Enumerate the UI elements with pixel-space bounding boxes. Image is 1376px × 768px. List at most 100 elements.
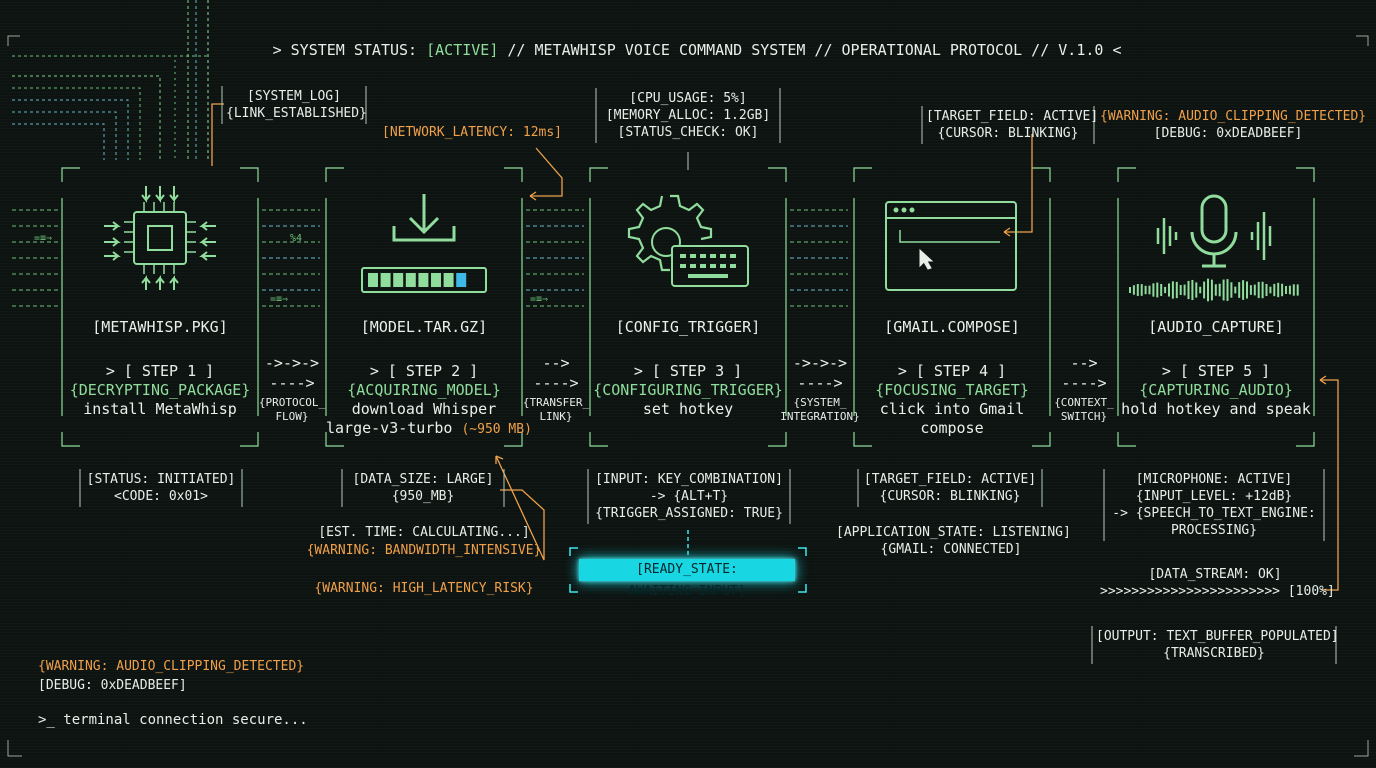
card-filename-text: [MODEL.TAR.GZ] (360, 318, 488, 336)
connector-label2: SWITCH} (1060, 410, 1108, 423)
step5-mic: [MICROPHONE: ACTIVE] (1135, 472, 1293, 487)
card-state: {ACQUIRING_MODEL} (326, 381, 522, 400)
step5-engine: -> {SPEECH_TO_TEXT_ENGINE: (1112, 506, 1316, 521)
system-log-status: {LINK_ESTABLISHED} (226, 106, 367, 121)
svg-text:=≡⇒: =≡⇒ (530, 294, 548, 305)
card-desc1-text: download Whisper (351, 400, 497, 418)
connector-arrow1: --> (542, 354, 570, 372)
step-card-1: [METAWHISP.PKG] > [ STEP 1 ] {DECRYPTING_P… (62, 168, 258, 446)
card-state-text: {DECRYPTING_PACKAGE} (69, 381, 251, 399)
card-step-text: > [ STEP 1 ] (105, 362, 215, 380)
card-state-text: {CONFIGURING_TRIGGER} (593, 381, 783, 399)
step-card-2: [MODEL.TAR.GZ] > [ STEP 2 ] {ACQUIRING_MOD… (326, 168, 532, 446)
svg-text:%4: %4 (290, 233, 302, 244)
step5-output: [OUTPUT: TEXT_BUFFER_POPULATED] (1096, 629, 1339, 644)
step5-level: {INPUT_LEVEL: +12dB} (1135, 489, 1293, 504)
card-state: {DECRYPTING_PACKAGE} (62, 381, 258, 400)
card-filename-text: [CONFIG_TRIGGER] (615, 318, 761, 336)
card-filename: [MODEL.TAR.GZ] (326, 318, 522, 337)
header-active: [ACTIVE] (426, 41, 499, 59)
step1-status: [STATUS: INITIATED] (86, 472, 236, 487)
connector-label2: FLOW} (275, 410, 309, 423)
connector-label1: {PROTOCOL_ (258, 396, 326, 409)
target-field-note: [TARGET_FIELD: ACTIVE] {CURSOR: BLINKING… (926, 108, 1098, 142)
card-step: > [ STEP 3 ] (590, 362, 786, 381)
card-desc1-text: click into Gmail (879, 400, 1025, 418)
header-prefix: > SYSTEM STATUS: (272, 41, 427, 59)
memory-alloc: [MEMORY_ALLOC: 1.2GB] (605, 108, 771, 123)
step4-app-state: [APPLICATION_STATE: LISTENING] (836, 525, 1071, 540)
system-log-note: [SYSTEM_LOG] {LINK_ESTABLISHED} (226, 88, 367, 122)
connector-label2: INTEGRATION} (780, 410, 860, 423)
connector-label1: {CONTEXT_ (1054, 396, 1114, 409)
svg-text:=≡⇒: =≡⇒ (270, 294, 288, 305)
header-rest: // METAWHISP VOICE COMMAND SYSTEM // OPE… (498, 41, 1122, 59)
card-filename: [METAWHISP.PKG] (62, 318, 258, 337)
card-step: > [ STEP 4 ] (854, 362, 1050, 381)
card-step-text: > [ STEP 3 ] (633, 362, 743, 380)
connector-arrow1: --> (1070, 354, 1098, 372)
card-filename: [AUDIO_CAPTURE] (1118, 318, 1314, 337)
card-filename: [CONFIG_TRIGGER] (590, 318, 786, 337)
card-state-text: {CAPTURING_AUDIO} (1139, 381, 1293, 399)
step5-processing: PROCESSING} (1170, 523, 1258, 538)
warning-top: {WARNING: AUDIO_CLIPPING_DETECTED} (1100, 109, 1367, 124)
step2-est-time: [EST. TIME: CALCULATING...] (318, 525, 530, 540)
warning-note-top: {WARNING: AUDIO_CLIPPING_DETECTED} [DEBU… (1100, 108, 1367, 142)
step5-mic-note: [MICROPHONE: ACTIVE] {INPUT_LEVEL: +12dB… (1108, 471, 1320, 539)
step3-input: [INPUT: KEY_COMBINATION] (595, 472, 783, 487)
card-filename: [GMAIL.COMPOSE] (854, 318, 1050, 337)
step2-size: [DATA_SIZE: LARGE] (352, 472, 494, 487)
step2-warning-bandwidth: {WARNING: BANDWIDTH_INTENSIVE} (306, 543, 542, 558)
card-step-text: > [ STEP 4 ] (897, 362, 1007, 380)
step5-stream-note: [DATA_STREAM: OK] >>>>>>>>>>>>>>>>>>>>>>… (1100, 566, 1335, 600)
card-desc2: compose (854, 419, 1050, 439)
connector-arrow1: ->->-> (792, 354, 848, 372)
card-filename-text: [METAWHISP.PKG] (92, 318, 228, 336)
svg-text:=≡⇒: =≡⇒ (34, 233, 52, 244)
step2-size-note: [DATA_SIZE: LARGE] {950_MB} (346, 471, 500, 505)
card-desc2-text: large-v3-turbo (326, 419, 462, 437)
step5-transcribed: {TRANSCRIBED} (1163, 646, 1265, 661)
step4-app-note: [APPLICATION_STATE: LISTENING] {GMAIL: C… (836, 524, 1071, 558)
step5-output-note: [OUTPUT: TEXT_BUFFER_POPULATED] {TRANSCR… (1096, 628, 1339, 662)
step3-input-note: [INPUT: KEY_COMBINATION] -> {ALT+T} {TRI… (592, 471, 786, 522)
status-check: [STATUS_CHECK: OK] (617, 125, 759, 140)
system-log-title: [SYSTEM_LOG] (247, 89, 341, 104)
header-status: > SYSTEM STATUS: [ACTIVE] // METAWHISP V… (0, 20, 1376, 60)
card-desc1-text: install MetaWhisp (83, 400, 237, 418)
step2-mb: {950_MB} (391, 489, 455, 504)
debug-top: [DEBUG: 0xDEADBEEF] (1153, 126, 1303, 141)
step3-key: -> {ALT+T} (649, 489, 729, 504)
connector-arrow2: ----> (1061, 374, 1107, 392)
card-desc2-text: compose (920, 419, 984, 437)
card-step: > [ STEP 2 ] (326, 362, 522, 381)
card-desc1: click into Gmail (854, 400, 1050, 419)
step2-warning-latency: {WARNING: HIGH_LATENCY_RISK} (314, 581, 534, 596)
connector-label1: {SYSTEM_ (793, 396, 847, 409)
card-size-hint: (~950 MB) (461, 422, 532, 437)
connector-arrow1: ->->-> (264, 354, 320, 372)
step5-stream: [DATA_STREAM: OK] (1148, 567, 1282, 582)
card-desc2: large-v3-turbo (~950 MB) (326, 419, 532, 439)
connector-arrow2: ----> (269, 374, 315, 392)
card-state: {CAPTURING_AUDIO} (1118, 381, 1314, 400)
step4-target-note: [TARGET_FIELD: ACTIVE] {CURSOR: BLINKING… (862, 471, 1038, 505)
footer-warning: {WARNING: AUDIO_CLIPPING_DETECTED} (38, 659, 305, 674)
step1-code: <CODE: 0x01> (114, 489, 208, 504)
connector-label1: {TRANSFER_ (522, 396, 590, 409)
card-desc1: hold hotkey and speak (1118, 400, 1314, 419)
connector-arrow2: ----> (533, 374, 579, 392)
step-card-4: [GMAIL.COMPOSE] > [ STEP 4 ] {FOCUSING_TAR… (854, 168, 1050, 446)
card-state-text: {FOCUSING_TARGET} (875, 381, 1029, 399)
connector-label2: LINK} (539, 410, 573, 423)
card-desc1: set hotkey (590, 400, 786, 419)
card-desc1: install MetaWhisp (62, 400, 258, 419)
card-desc1-text: hold hotkey and speak (1121, 400, 1311, 418)
step4-cursor: {CURSOR: BLINKING} (879, 489, 1021, 504)
card-step-text: > [ STEP 2 ] (369, 362, 479, 380)
card-desc1: download Whisper (326, 400, 522, 419)
terminal-prompt: >_ terminal connection secure... (38, 712, 308, 728)
cpu-usage: [CPU_USAGE: 5%] (629, 91, 747, 106)
step5-stream-progress: >>>>>>>>>>>>>>>>>>>>>>> [100%] (1100, 584, 1335, 599)
